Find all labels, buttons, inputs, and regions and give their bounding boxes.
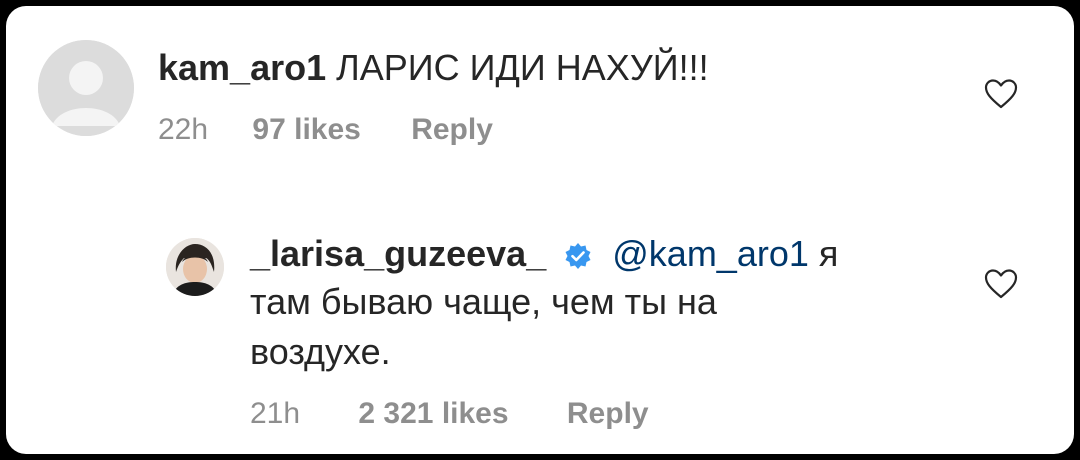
reply-body-line-2: там бываю чаще, чем ты на [250, 281, 717, 322]
comments-panel: kam_aro1 ЛАРИС ИДИ НАХУЙ!!! 22h 97 likes… [6, 6, 1074, 454]
mention-link[interactable]: @kam_aro1 [612, 233, 809, 274]
comment-username[interactable]: kam_aro1 [158, 47, 326, 88]
comment-likes[interactable]: 97 likes [252, 112, 360, 148]
reply-comment-line-1: _larisa_guzeeva_ @kam_aro1 я [250, 232, 838, 276]
reply-likes[interactable]: 2 321 likes [358, 396, 508, 432]
reply-username[interactable]: _larisa_guzeeva_ [250, 233, 546, 274]
reply-body-line-1: я [818, 233, 839, 274]
verified-badge-icon [565, 243, 591, 270]
comment-time: 22h [158, 113, 209, 146]
avatar[interactable] [166, 238, 224, 296]
heart-outline-icon[interactable] [984, 78, 1018, 110]
heart-outline-icon[interactable] [984, 268, 1018, 300]
comment-text: kam_aro1 ЛАРИС ИДИ НАХУЙ!!! [158, 46, 709, 90]
reply-button[interactable]: Reply [411, 112, 493, 148]
reply-button[interactable]: Reply [567, 396, 649, 432]
reply-meta: 21h 2 321 likes Reply [250, 396, 649, 432]
comment-body: ЛАРИС ИДИ НАХУЙ!!! [336, 47, 709, 88]
default-avatar-icon[interactable] [38, 40, 134, 136]
reply-time: 21h [250, 397, 301, 430]
comment-meta: 22h 97 likes Reply [158, 112, 493, 148]
reply-body-line-3: воздухе. [250, 331, 391, 372]
